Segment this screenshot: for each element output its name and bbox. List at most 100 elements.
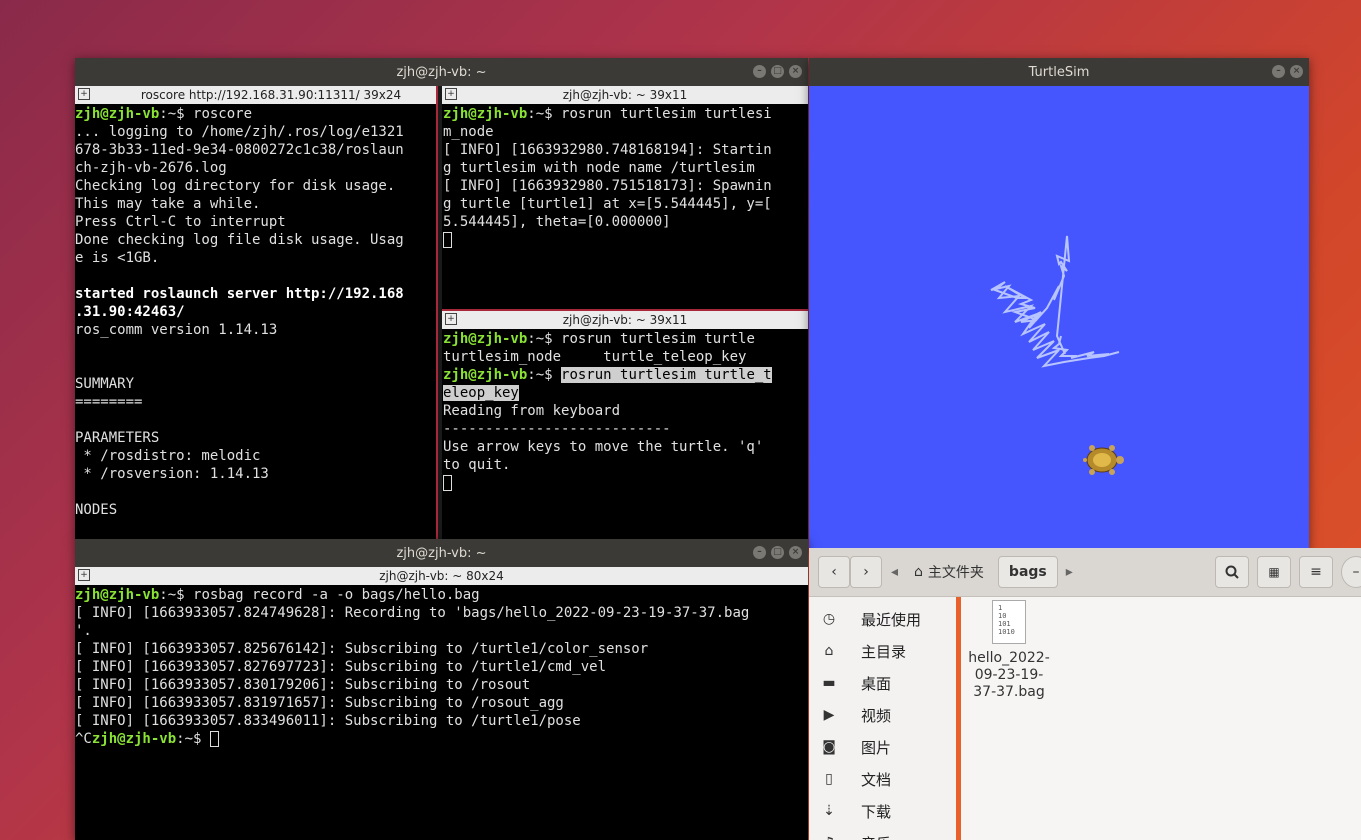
output-text: SUMMARY: [75, 376, 135, 392]
output-text: ch-zjh-vb-2676.log: [75, 160, 227, 176]
terminal-line: 678-3b33-11ed-9e34-0800272c1c38/roslaun: [75, 141, 435, 159]
sidebar-item[interactable]: ⌂ 主目录: [809, 635, 956, 667]
selected-text: eleop_key: [443, 385, 519, 401]
terminal-line: turtlesim_node turtle_teleop_key: [443, 348, 808, 366]
terminal-line: to quit.: [443, 456, 808, 474]
output-text: ros_comm version 1.14.13: [75, 322, 278, 338]
pane-top-right-terminal[interactable]: zjh@zjh-vb:~$ rosrun turtlesim turtlesi m…: [443, 105, 808, 309]
bottom-terminal-output[interactable]: zjh@zjh-vb:~$ rosbag record -a -o bags/h…: [75, 586, 808, 840]
menu-button[interactable]: ≡: [1299, 556, 1333, 588]
output-text: 5.544445], theta=[0.000000]: [443, 214, 671, 230]
terminal-line: ---------------------------: [443, 420, 808, 438]
sidebar-item[interactable]: ▬ 桌面: [809, 667, 956, 699]
output-text: Press Ctrl-C to interrupt: [75, 214, 286, 230]
output-text: g turtlesim with node name /turtlesim: [443, 160, 755, 176]
terminal-line: started roslaunch server http://192.168: [75, 285, 435, 303]
close-icon[interactable]: ×: [789, 65, 802, 78]
terminal-line: .31.90:42463/: [75, 303, 435, 321]
sidebar-item[interactable]: ⇣ 下载: [809, 795, 956, 827]
breadcrumb-home[interactable]: ⌂ 主文件夹: [908, 562, 990, 582]
command-text: :~$ rosrun turtlesim turtle: [527, 331, 755, 347]
output-text: * /rosversion: 1.14.13: [75, 466, 269, 482]
terminal-line: Done checking log file disk usage. Usag: [75, 231, 435, 249]
download-icon: ⇣: [823, 803, 835, 819]
minimize-window-button[interactable]: –: [1341, 556, 1361, 588]
bottom-terminal-tab[interactable]: + zjh@zjh-vb: ~ 80x24: [75, 567, 808, 585]
output-text: '.: [75, 623, 92, 639]
output-text: * /rosdistro: melodic: [75, 448, 261, 464]
turtlesim-titlebar[interactable]: TurtleSim – ×: [809, 58, 1309, 86]
sidebar-item[interactable]: ◙ 图片: [809, 731, 956, 763]
output-text: [ INFO] [1663933057.831971657]: Subscrib…: [75, 695, 564, 711]
sidebar-item[interactable]: ▯ 文档: [809, 763, 956, 795]
back-button[interactable]: ‹: [818, 556, 850, 588]
maximize-icon[interactable]: □: [771, 546, 784, 559]
pane-left-terminal[interactable]: zjh@zjh-vb:~$ roscore... logging to /hom…: [75, 105, 435, 540]
output-text: e is <1GB.: [75, 250, 160, 266]
close-icon[interactable]: ×: [1290, 65, 1303, 78]
bottom-terminal-title: zjh@zjh-vb: ~: [396, 545, 487, 561]
terminal-line: zjh@zjh-vb:~$ roscore: [75, 105, 435, 123]
prompt-user: zjh@zjh-vb: [75, 106, 160, 122]
pane-bottom-right-tab-label: zjh@zjh-vb: ~ 39x11: [562, 313, 688, 327]
sidebar-item[interactable]: ◷ 最近使用: [809, 603, 956, 635]
pane-bottom-right-terminal[interactable]: zjh@zjh-vb:~$ rosrun turtlesim turtle tur…: [443, 330, 808, 540]
maximize-icon[interactable]: □: [771, 65, 784, 78]
bold-output: .31.90:42463/: [75, 304, 185, 320]
terminal-line: ... logging to /home/zjh/.ros/log/e1321: [75, 123, 435, 141]
breadcrumb-left-arrow-icon[interactable]: ◂: [891, 564, 898, 580]
close-icon[interactable]: ×: [789, 546, 802, 559]
terminal-line: [ INFO] [1663932980.751518173]: Spawnin: [443, 177, 808, 195]
minimize-icon[interactable]: –: [753, 65, 766, 78]
output-text: ... logging to /home/zjh/.ros/log/e1321: [75, 124, 404, 140]
view-toggle-button[interactable]: ▦: [1257, 556, 1291, 588]
output-text: Done checking log file disk usage. Usag: [75, 232, 404, 248]
forward-button[interactable]: ›: [850, 556, 882, 588]
minimize-icon[interactable]: –: [753, 546, 766, 559]
command-text: :~$: [527, 367, 562, 383]
terminal-line: PARAMETERS: [75, 429, 435, 447]
file-name: hello_2022- 09-23-19- 37-37.bag: [968, 650, 1050, 700]
breadcrumb-current[interactable]: bags: [997, 556, 1058, 588]
pane-menu-icon[interactable]: +: [78, 569, 90, 581]
sidebar-item[interactable]: ▶ 视频: [809, 699, 956, 731]
pane-bottom-right-tab[interactable]: + zjh@zjh-vb: ~ 39x11: [442, 311, 808, 329]
bottom-terminal-window: zjh@zjh-vb: ~ – □ × + zjh@zjh-vb: ~ 80x2…: [75, 539, 808, 840]
terminal-line: NODES: [75, 501, 435, 519]
pane-top-right-tab[interactable]: + zjh@zjh-vb: ~ 39x11: [442, 86, 808, 104]
sidebar-item[interactable]: ♫ 音乐: [809, 827, 956, 840]
output-text: Use arrow keys to move the turtle. 'q': [443, 439, 764, 455]
pane-menu-icon[interactable]: +: [445, 88, 457, 100]
turtlesim-canvas: [990, 235, 1124, 475]
terminal-line: [ INFO] [1663933057.833496011]: Subscrib…: [75, 712, 808, 730]
search-button[interactable]: [1215, 556, 1249, 588]
terminal-line: zjh@zjh-vb:~$ rosrun turtlesim turtle_t: [443, 366, 808, 384]
command-text: :~$ rosbag record -a -o bags/hello.bag: [159, 587, 480, 603]
terminal-line: Use arrow keys to move the turtle. 'q': [443, 438, 808, 456]
pane-left-tab[interactable]: + roscore http://192.168.31.90:11311/ 39…: [75, 86, 437, 104]
pane-menu-icon[interactable]: +: [78, 88, 90, 100]
output-text: [ INFO] [1663933057.825676142]: Subscrib…: [75, 641, 649, 657]
terminal-line: * /rosdistro: melodic: [75, 447, 435, 465]
window-controls: – □ ×: [753, 65, 802, 78]
terminal-line: '.: [75, 622, 808, 640]
breadcrumb-home-label: 主文件夹: [927, 565, 984, 581]
minimize-icon[interactable]: –: [1272, 65, 1285, 78]
terminal-line: g turtlesim with node name /turtlesim: [443, 159, 808, 177]
breadcrumb-right-arrow-icon[interactable]: ▸: [1066, 564, 1073, 580]
bottom-terminal-titlebar[interactable]: zjh@zjh-vb: ~ – □ ×: [75, 539, 808, 567]
prompt-user: zjh@zjh-vb: [75, 587, 160, 603]
search-icon: [1225, 565, 1239, 579]
file-manager-sidebar: ◷ 最近使用 ⌂ 主目录 ▬ 桌面 ▶ 视频 ◙ 图片 ▯ 文档 ⇣ 下载 ♫ 音乐: [809, 597, 961, 840]
window-controls: – ×: [1272, 65, 1303, 78]
file-item[interactable]: 1 10 101 1010 hello_2022- 09-23-19- 37-3…: [967, 600, 1051, 701]
sidebar-item-label: 文档: [861, 770, 892, 789]
bold-output: started roslaunch server http://192.168: [75, 286, 404, 302]
pane-left-tab-label: roscore http://192.168.31.90:11311/ 39x2…: [140, 88, 402, 102]
pane-menu-icon[interactable]: +: [445, 313, 457, 325]
sidebar-item-label: 主目录: [861, 642, 907, 661]
main-terminal-titlebar[interactable]: zjh@zjh-vb: ~ – □ ×: [75, 58, 808, 86]
terminal-line: 5.544445], theta=[0.000000]: [443, 213, 808, 231]
